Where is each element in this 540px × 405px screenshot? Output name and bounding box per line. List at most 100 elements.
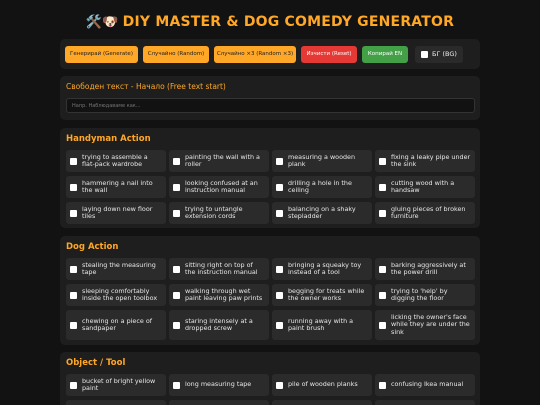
option-checkbox[interactable]: [70, 183, 77, 191]
reset-button[interactable]: Изчисти (Reset): [301, 45, 357, 63]
option-checkbox[interactable]: [379, 291, 386, 299]
option-label: cutting wood with a handsaw: [391, 178, 455, 194]
option-item[interactable]: trying to assemble a flat-pack wardrobe: [66, 150, 166, 172]
option-item[interactable]: confusing Ikea manual: [375, 374, 475, 396]
option-label: bringing a squeaky toy instead of a tool: [288, 260, 362, 276]
option-checkbox[interactable]: [173, 381, 180, 389]
option-checkbox[interactable]: [173, 265, 180, 273]
page: 🛠️🐶 DIY MASTER & DOG COMEDY GENERATOR Ген…: [0, 0, 540, 405]
bg-toggle-label: БГ (BG): [432, 50, 457, 58]
option-checkbox[interactable]: [276, 381, 283, 389]
option-label: trying to untangle extension cords: [185, 204, 243, 220]
section-dog-action: Dog Action stealing the measuring tape s…: [60, 236, 480, 345]
option-item[interactable]: running away with a paint brush: [272, 310, 372, 340]
option-checkbox[interactable]: [276, 321, 283, 329]
option-checkbox[interactable]: [173, 183, 180, 191]
option-checkbox[interactable]: [276, 183, 283, 191]
option-item[interactable]: bucket of bright yellow paint: [66, 374, 166, 396]
bg-checkbox[interactable]: [421, 50, 428, 58]
option-label: confusing Ikea manual: [391, 380, 464, 389]
option-checkbox[interactable]: [70, 157, 77, 165]
option-checkbox[interactable]: [276, 157, 283, 165]
random-x3-button[interactable]: Случайно ×3 (Random ×3): [214, 45, 296, 63]
option-label: stealing the measuring tape: [82, 260, 156, 276]
option-item[interactable]: trying to 'help' by digging the floor: [375, 284, 475, 306]
tools-dog-icon: 🛠️🐶: [85, 15, 119, 30]
option-label: running away with a paint brush: [288, 316, 354, 332]
option-checkbox[interactable]: [70, 209, 77, 217]
option-label: bucket of bright yellow paint: [82, 376, 156, 392]
option-label: barking aggressively at the power drill: [391, 260, 466, 276]
copy-en-button[interactable]: Копирай EN: [362, 45, 408, 63]
option-label: drilling a hole in the ceiling: [288, 178, 352, 194]
option-item[interactable]: walking through wet paint leaving paw pr…: [169, 284, 269, 306]
option-item[interactable]: painting the wall with a roller: [169, 150, 269, 172]
option-checkbox[interactable]: [276, 291, 283, 299]
section-title: Handyman Action: [66, 134, 151, 144]
option-checkbox[interactable]: [379, 321, 386, 329]
option-item[interactable]: balancing on a shaky stepladder: [272, 202, 372, 224]
option-item[interactable]: licking the owner's face while they are …: [375, 310, 475, 340]
option-label: begging for treats while the owner works: [288, 286, 365, 302]
option-label: walking through wet paint leaving paw pr…: [185, 286, 263, 302]
option-item[interactable]: staring intensely at a dropped screw: [169, 310, 269, 340]
option-item[interactable]: drilling a hole in the ceiling: [272, 176, 372, 198]
option-checkbox[interactable]: [379, 183, 386, 191]
option-checkbox[interactable]: [379, 209, 386, 217]
free-text-label: Свободен текст - Начало (Free text start…: [66, 82, 226, 91]
option-checkbox[interactable]: [276, 209, 283, 217]
option-checkbox[interactable]: [276, 265, 283, 273]
option-item[interactable]: stealing the measuring tape: [66, 258, 166, 280]
option-item[interactable]: bringing a squeaky toy instead of a tool: [272, 258, 372, 280]
bg-language-toggle[interactable]: БГ (BG): [415, 45, 463, 63]
free-text-input[interactable]: [66, 98, 475, 113]
option-item[interactable]: long measuring tape: [169, 374, 269, 396]
option-item[interactable]: hammering a nail into the wall: [66, 176, 166, 198]
option-checkbox[interactable]: [70, 321, 77, 329]
option-label: sitting right on top of the instruction …: [185, 260, 258, 276]
option-item-partial[interactable]: [272, 400, 372, 405]
option-item-partial[interactable]: [375, 400, 475, 405]
option-item-partial[interactable]: [169, 400, 269, 405]
option-checkbox[interactable]: [173, 321, 180, 329]
option-item[interactable]: sleeping comfortably inside the open too…: [66, 284, 166, 306]
random-button[interactable]: Случайно (Random): [143, 45, 209, 63]
generate-button[interactable]: Генерирай (Generate): [65, 45, 138, 63]
option-checkbox[interactable]: [70, 265, 77, 273]
option-item[interactable]: chewing on a piece of sandpaper: [66, 310, 166, 340]
option-label: trying to 'help' by digging the floor: [391, 286, 448, 302]
section-handyman-action: Handyman Action trying to assemble a fla…: [60, 128, 480, 228]
options-grid: stealing the measuring tape sitting righ…: [66, 258, 475, 340]
option-label: fixing a leaky pipe under the sink: [391, 152, 471, 168]
option-checkbox[interactable]: [173, 209, 180, 217]
option-item-partial[interactable]: [66, 400, 166, 405]
option-item[interactable]: gluing pieces of broken furniture: [375, 202, 475, 224]
option-label: looking confused at an instruction manua…: [185, 178, 258, 194]
page-title: 🛠️🐶 DIY MASTER & DOG COMEDY GENERATOR: [0, 14, 540, 30]
option-label: laying down new floor tiles: [82, 204, 153, 220]
option-label: balancing on a shaky stepladder: [288, 204, 356, 220]
option-item[interactable]: laying down new floor tiles: [66, 202, 166, 224]
option-item[interactable]: trying to untangle extension cords: [169, 202, 269, 224]
option-checkbox[interactable]: [379, 265, 386, 273]
option-checkbox[interactable]: [173, 157, 180, 165]
option-label: chewing on a piece of sandpaper: [82, 316, 152, 332]
option-item[interactable]: fixing a leaky pipe under the sink: [375, 150, 475, 172]
option-item[interactable]: cutting wood with a handsaw: [375, 176, 475, 198]
option-label: long measuring tape: [185, 380, 252, 389]
option-item[interactable]: sitting right on top of the instruction …: [169, 258, 269, 280]
option-checkbox[interactable]: [173, 291, 180, 299]
option-label: gluing pieces of broken furniture: [391, 204, 466, 220]
option-label: staring intensely at a dropped screw: [185, 316, 253, 332]
option-label: measuring a wooden plank: [288, 152, 356, 168]
option-checkbox[interactable]: [70, 381, 77, 389]
option-checkbox[interactable]: [379, 381, 386, 389]
option-item[interactable]: looking confused at an instruction manua…: [169, 176, 269, 198]
option-checkbox[interactable]: [379, 157, 386, 165]
option-item[interactable]: begging for treats while the owner works: [272, 284, 372, 306]
option-checkbox[interactable]: [70, 291, 77, 299]
option-item[interactable]: pile of wooden planks: [272, 374, 372, 396]
section-object-tool: Object / Tool bucket of bright yellow pa…: [60, 352, 480, 405]
option-item[interactable]: barking aggressively at the power drill: [375, 258, 475, 280]
option-item[interactable]: measuring a wooden plank: [272, 150, 372, 172]
